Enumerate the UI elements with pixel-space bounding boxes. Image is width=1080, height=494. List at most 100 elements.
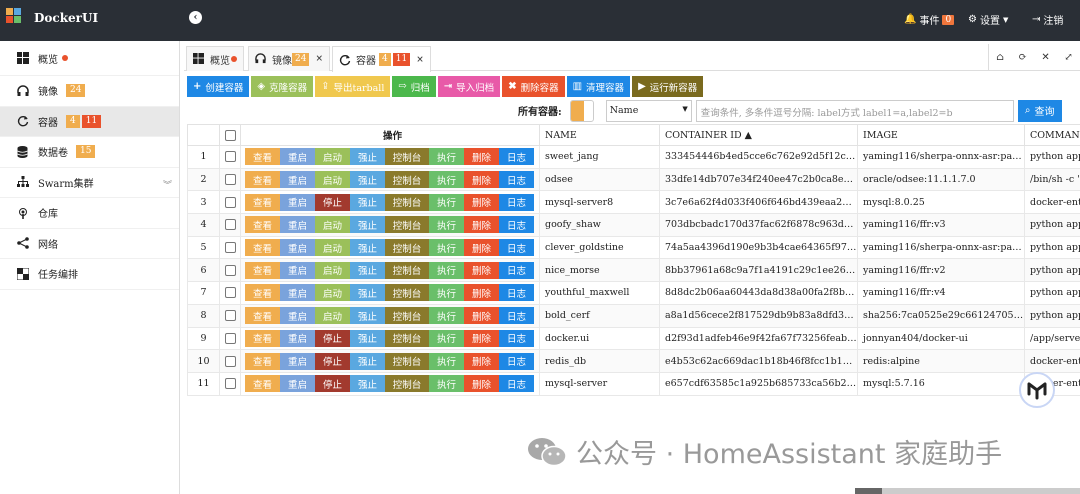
log-button[interactable]: 日志 [499, 307, 534, 325]
exec-button[interactable]: 执行 [429, 216, 464, 234]
delete-button[interactable]: 删除 [464, 148, 499, 166]
floating-assistant-icon[interactable] [1019, 372, 1055, 408]
start-button[interactable]: 启动 [315, 216, 350, 234]
kill-button[interactable]: 强止 [350, 329, 385, 347]
image-header[interactable]: IMAGE [857, 124, 1025, 146]
row-checkbox[interactable] [219, 258, 241, 283]
delete-button[interactable]: 删除 [464, 216, 499, 234]
export-tarball-button[interactable]: ⇪ 导出tarball [315, 76, 391, 97]
exec-button[interactable]: 执行 [429, 261, 464, 279]
container-name[interactable]: mysql-server [539, 371, 660, 396]
container-name[interactable]: bold_cerf [539, 303, 660, 328]
row-checkbox[interactable] [219, 349, 241, 373]
console-button[interactable]: 控制台 [385, 193, 429, 211]
name-header[interactable]: NAME [539, 124, 660, 146]
events-menu[interactable]: 🔔 事件 0 [904, 12, 955, 27]
view-button[interactable]: 查看 [245, 239, 280, 257]
create-container-button[interactable]: + 创建容器 [187, 76, 250, 97]
fullscreen-icon[interactable]: ⤢ [1064, 52, 1072, 63]
delete-button[interactable]: 删除 [464, 193, 499, 211]
log-button[interactable]: 日志 [499, 284, 534, 302]
kill-button[interactable]: 强止 [350, 284, 385, 302]
restart-button[interactable]: 重启 [280, 307, 315, 325]
start-button[interactable]: 启动 [315, 261, 350, 279]
exec-button[interactable]: 执行 [429, 239, 464, 257]
restart-button[interactable]: 重启 [280, 216, 315, 234]
stop-button[interactable]: 停止 [315, 193, 350, 211]
delete-button[interactable]: 删除 [464, 307, 499, 325]
exec-button[interactable]: 执行 [429, 307, 464, 325]
view-button[interactable]: 查看 [245, 148, 280, 166]
kill-button[interactable]: 强止 [350, 352, 385, 370]
clone-container-button[interactable]: ◈ 克隆容器 [251, 76, 314, 97]
log-button[interactable]: 日志 [499, 261, 534, 279]
view-button[interactable]: 查看 [245, 352, 280, 370]
command-header[interactable]: COMMAND [1024, 124, 1080, 146]
container-name[interactable]: clever_goldstine [539, 235, 660, 260]
delete-button[interactable]: 删除 [464, 284, 499, 302]
row-checkbox[interactable] [219, 235, 241, 260]
start-button[interactable]: 启动 [315, 171, 350, 189]
view-button[interactable]: 查看 [245, 193, 280, 211]
search-input[interactable]: 查询条件, 多条件逗号分隔: label方式 label1=a,label2=b [695, 99, 1014, 122]
log-button[interactable]: 日志 [499, 375, 534, 393]
delete-button[interactable]: 删除 [464, 375, 499, 393]
console-button[interactable]: 控制台 [385, 216, 429, 234]
sidebar-item-volumes[interactable]: 数据卷 15 [0, 137, 179, 168]
restart-button[interactable]: 重启 [280, 352, 315, 370]
container-name[interactable]: redis_db [539, 349, 660, 373]
restart-button[interactable]: 重启 [280, 239, 315, 257]
container-name[interactable]: goofy_shaw [539, 213, 660, 237]
log-button[interactable]: 日志 [499, 193, 534, 211]
container-name[interactable]: youthful_maxwell [539, 281, 660, 305]
log-button[interactable]: 日志 [499, 216, 534, 234]
horizontal-scrollbar[interactable] [855, 488, 1080, 494]
row-checkbox[interactable] [219, 167, 241, 192]
restart-button[interactable]: 重启 [280, 193, 315, 211]
stop-button[interactable]: 停止 [315, 329, 350, 347]
tab-images[interactable]: 镜像 24 × [248, 46, 330, 71]
log-button[interactable]: 日志 [499, 329, 534, 347]
row-checkbox[interactable] [219, 326, 241, 351]
start-button[interactable]: 启动 [315, 307, 350, 325]
console-button[interactable]: 控制台 [385, 261, 429, 279]
restart-button[interactable]: 重启 [280, 171, 315, 189]
kill-button[interactable]: 强止 [350, 307, 385, 325]
search-button[interactable]: ⌕ 查询 [1017, 99, 1062, 122]
tab-overview[interactable]: 概览 [186, 46, 244, 71]
console-button[interactable]: 控制台 [385, 352, 429, 370]
sidebar-item-images[interactable]: 镜像 24 [0, 76, 179, 107]
delete-button[interactable]: 删除 [464, 261, 499, 279]
container-id-header[interactable]: CONTAINER ID ▲ [659, 124, 858, 146]
refresh-icon[interactable]: ⟳ [1018, 52, 1026, 63]
close-icon[interactable]: × [416, 55, 424, 65]
exec-button[interactable]: 执行 [429, 148, 464, 166]
row-checkbox[interactable] [219, 145, 241, 169]
view-button[interactable]: 查看 [245, 261, 280, 279]
view-button[interactable]: 查看 [245, 329, 280, 347]
kill-button[interactable]: 强止 [350, 171, 385, 189]
sidebar-collapse-icon[interactable]: ‹ [189, 11, 202, 24]
sidebar-item-swarm[interactable]: Swarm集群 ︾ [0, 168, 179, 198]
sidebar-item-network[interactable]: 网络 [0, 229, 179, 259]
row-checkbox[interactable] [219, 303, 241, 328]
home-icon[interactable]: ⌂ [996, 52, 1004, 63]
container-name[interactable]: docker.ui [539, 326, 660, 351]
exec-button[interactable]: 执行 [429, 352, 464, 370]
console-button[interactable]: 控制台 [385, 239, 429, 257]
view-button[interactable]: 查看 [245, 307, 280, 325]
kill-button[interactable]: 强止 [350, 261, 385, 279]
stop-button[interactable]: 停止 [315, 375, 350, 393]
console-button[interactable]: 控制台 [385, 375, 429, 393]
restart-button[interactable]: 重启 [280, 329, 315, 347]
tab-containers[interactable]: 容器 4 11 × [332, 46, 431, 72]
exec-button[interactable]: 执行 [429, 375, 464, 393]
exec-button[interactable]: 执行 [429, 329, 464, 347]
close-icon[interactable]: ✕ [1041, 52, 1049, 63]
view-button[interactable]: 查看 [245, 171, 280, 189]
log-button[interactable]: 日志 [499, 148, 534, 166]
archive-button[interactable]: ⇨ 归档 [392, 76, 436, 97]
row-checkbox[interactable] [219, 281, 241, 305]
run-new-container-button[interactable]: ▶ 运行新容器 [632, 76, 704, 97]
delete-button[interactable]: 删除 [464, 239, 499, 257]
